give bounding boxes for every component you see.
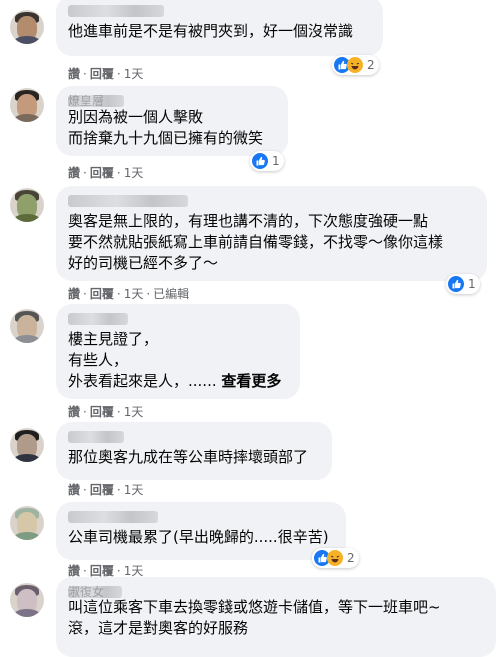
timestamp[interactable]: 1天 (124, 285, 144, 302)
comment-bubble: 那位奧客九成在等公車時摔壞頭部了 (56, 422, 332, 480)
timestamp[interactable]: 1天 (124, 164, 144, 181)
comment-bubble: 淑復女 叫這位乘客下車去換零錢或悠遊卡儲值，等下一班車吧~ 滾，這才是對奧客的好… (56, 577, 496, 657)
edited-label[interactable]: 已編輯 (153, 285, 189, 302)
avatar[interactable] (10, 188, 44, 222)
reply-link[interactable]: 回覆 (90, 164, 114, 181)
comment-author-name[interactable] (68, 508, 334, 524)
reply-link[interactable]: 回覆 (90, 285, 114, 302)
avatar[interactable] (10, 88, 44, 122)
comment-text-line: 叫這位乘客下車去換零錢或悠遊卡儲值，等下一班車吧~ (68, 598, 441, 616)
comment-text-line: 而捨棄九十九個已擁有的微笑 (68, 129, 264, 147)
comment-bubble: 公車司機最累了(早出晚歸的.....很辛苦) (56, 502, 346, 560)
haha-icon (327, 550, 343, 566)
timestamp[interactable]: 1天 (124, 65, 144, 82)
like-icon (448, 276, 464, 292)
timestamp[interactable]: 1天 (124, 481, 144, 498)
like-link[interactable]: 讚 (68, 403, 80, 420)
see-more-link[interactable]: 查看更多 (221, 372, 281, 390)
reaction-summary[interactable]: 2 (332, 55, 379, 75)
reaction-summary[interactable]: 2 (312, 548, 359, 568)
comment-actions: 讚 · 回覆 · 1天 · 已編輯 (68, 285, 190, 302)
reply-link[interactable]: 回覆 (90, 65, 114, 82)
comment-actions: 讚 · 回覆 · 1天 (68, 481, 144, 498)
comment-author-name[interactable] (68, 310, 288, 326)
comment-text-line: 好的司機已經不多了～ (68, 254, 219, 272)
haha-icon (347, 57, 363, 73)
reply-link[interactable]: 回覆 (90, 403, 114, 420)
reaction-count: 1 (468, 277, 476, 291)
like-icon (252, 153, 268, 169)
comment-bubble: 奧客是無上限的，有理也講不清的，下次態度強硬一點 要不然就貼張紙寫上車前請自備零… (56, 186, 487, 281)
comment-actions: 讚 · 回覆 · 1天 (68, 164, 144, 181)
comment-actions: 讚 · 回覆 · 1天 (68, 65, 144, 82)
comment-text-line: 別因為被一個人擊敗 (68, 108, 204, 126)
reaction-count: 2 (367, 58, 375, 72)
reaction-count: 2 (347, 551, 355, 565)
comment-author-name[interactable] (68, 428, 320, 444)
comment-actions: 讚 · 回覆 · 1天 (68, 403, 144, 420)
comment-text-line: 他進車前是不是有被門夾到，好一個沒常識 (68, 22, 354, 40)
comment-author-name[interactable]: 燎皇層 (68, 92, 276, 108)
comment-text-line: 要不然就貼張紙寫上車前請自備零錢，不找零～像你這樣 (68, 233, 444, 251)
like-link[interactable]: 讚 (68, 285, 80, 302)
comment-text-line: 滾，這才是對奧客的好服務 (68, 619, 249, 637)
avatar[interactable] (10, 309, 44, 343)
comment-text-line: 那位奧客九成在等公車時摔壞頭部了 (68, 448, 309, 466)
comment-author-name[interactable] (68, 2, 371, 18)
avatar[interactable] (10, 506, 44, 540)
like-link[interactable]: 讚 (68, 164, 80, 181)
comment-author-name[interactable] (68, 192, 475, 208)
comment-text-line: 有些人， (68, 351, 129, 369)
reaction-count: 1 (272, 154, 280, 168)
avatar[interactable] (10, 583, 44, 617)
avatar[interactable] (10, 428, 44, 462)
reaction-summary[interactable]: 1 (446, 274, 480, 294)
comment-author-name[interactable]: 淑復女 (68, 583, 484, 599)
like-link[interactable]: 讚 (68, 65, 80, 82)
timestamp[interactable]: 1天 (124, 403, 144, 420)
comment-text-line: 外表看起來是人，...... 查看更多 (68, 372, 282, 390)
comment-text-line: 奧客是無上限的，有理也講不清的，下次態度強硬一點 (68, 212, 429, 230)
reaction-summary[interactable]: 1 (250, 151, 284, 171)
comment-bubble: 燎皇層 別因為被一個人擊敗 而捨棄九十九個已擁有的微笑 (56, 86, 288, 156)
comment-bubble: 樓主見證了， 有些人， 外表看起來是人，...... 查看更多 (56, 304, 300, 399)
like-link[interactable]: 讚 (68, 481, 80, 498)
comment-text-line: 公車司機最累了(早出晚歸的.....很辛苦) (68, 528, 329, 546)
comment-text-line: 樓主見證了， (68, 330, 159, 348)
comment-bubble: 他進車前是不是有被門夾到，好一個沒常識 (56, 0, 383, 56)
reply-link[interactable]: 回覆 (90, 481, 114, 498)
avatar[interactable] (10, 10, 44, 44)
